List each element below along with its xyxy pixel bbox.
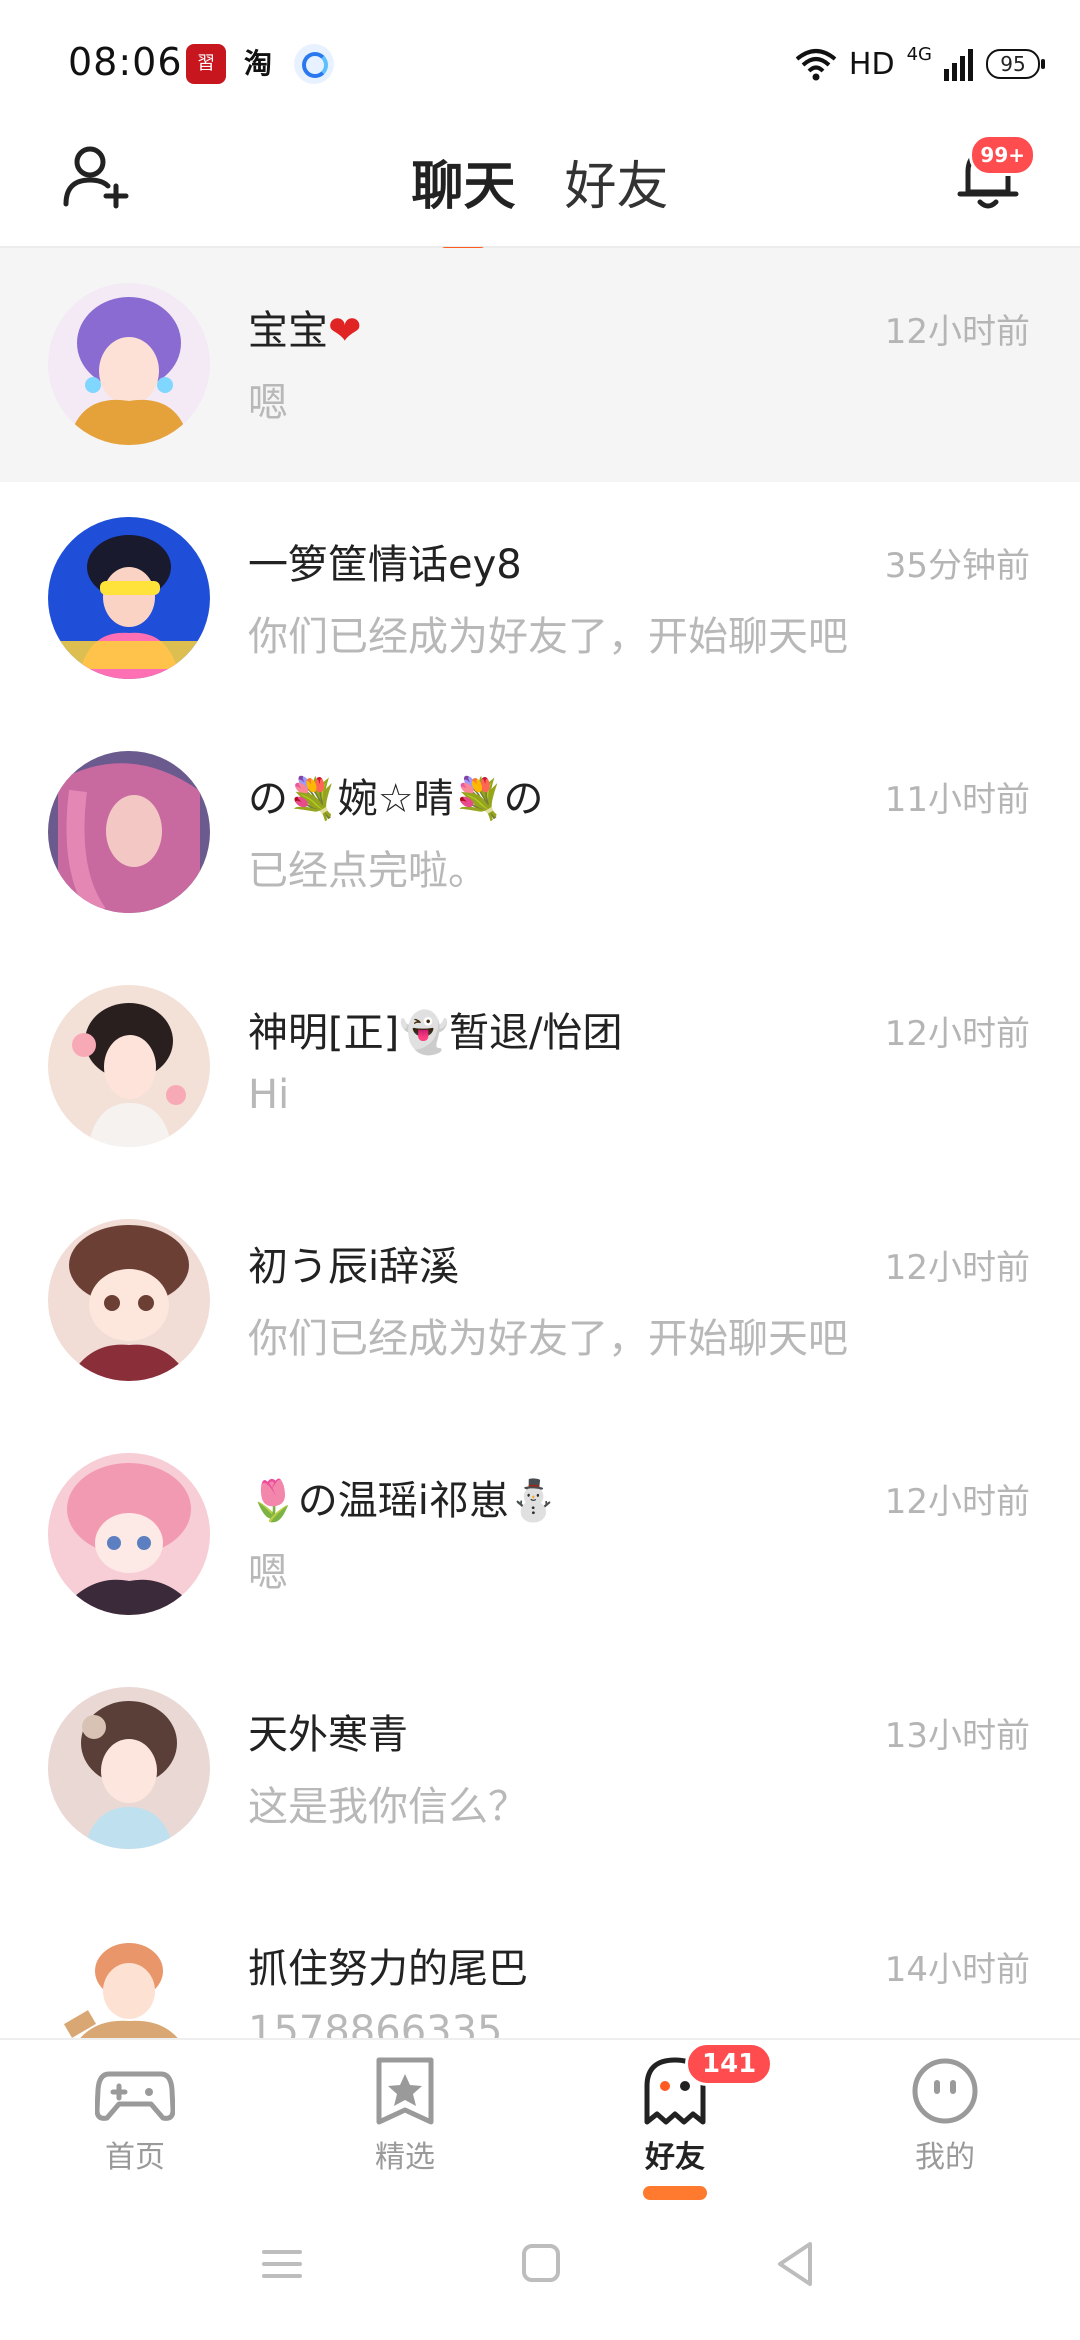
chat-list: 宝宝❤ 12小时前 嗯 一箩筐情话ey8 35分钟前 你们已经成为好友了，开始聊… [0, 248, 1080, 2038]
wifi-icon [795, 49, 837, 81]
avatar [48, 1687, 210, 1849]
home-button[interactable] [510, 2234, 570, 2294]
chat-name: 天外寒青 [248, 1712, 408, 1758]
heart-icon: ❤ [328, 308, 362, 354]
chat-last-message: 已经点完啦。 [248, 848, 488, 894]
avatar [48, 985, 210, 1147]
chat-time: 11小时前 [884, 780, 1030, 820]
chat-last-message: 你们已经成为好友了，开始聊天吧 [248, 1316, 848, 1362]
bottom-nav: 首页 精选 141 好友 我的 [0, 2038, 1080, 2200]
chat-time: 12小时前 [884, 1482, 1030, 1522]
chat-item[interactable]: 天外寒青 13小时前 这是我你信么？ [0, 1652, 1080, 1886]
chat-name: 一箩筐情话ey8 [248, 542, 522, 588]
avatar [48, 283, 210, 445]
gamepad-icon [94, 2056, 176, 2126]
chat-time: 13小时前 [884, 1716, 1030, 1756]
nav-me[interactable]: 我的 [870, 2056, 1020, 2176]
ghost-icon: 141 [635, 2042, 774, 2126]
chat-name: 初う辰i辞溪 [248, 1244, 460, 1290]
chat-item[interactable]: 初う辰i辞溪 12小时前 你们已经成为好友了，开始聊天吧 [0, 1184, 1080, 1418]
chat-last-message: 嗯 [248, 380, 288, 426]
avatar [48, 517, 210, 679]
browser-icon [294, 44, 334, 84]
chat-name: 抓住努力的尾巴 [248, 1946, 528, 1992]
square-icon [522, 2244, 560, 2282]
nav-badge: 141 [685, 2042, 774, 2086]
chat-time: 12小时前 [884, 312, 1030, 352]
system-nav-bar [0, 2194, 1080, 2340]
app-red-icon: 習 [186, 44, 226, 84]
nav-featured[interactable]: 精选 [330, 2056, 480, 2176]
top-tabs: 聊天 好友 [0, 132, 1080, 257]
face-icon [905, 2056, 985, 2126]
chat-item[interactable]: 一箩筐情话ey8 35分钟前 你们已经成为好友了，开始聊天吧 [0, 482, 1080, 716]
chat-name: 宝宝❤ [248, 308, 362, 354]
menu-icon [262, 2250, 302, 2278]
chat-name: 神明[正]👻暂退/怡团 [248, 1010, 623, 1056]
nav-friends[interactable]: 141 好友 [600, 2042, 774, 2200]
avatar [48, 1921, 210, 2038]
nav-label: 好友 [600, 2132, 750, 2200]
chat-time: 12小时前 [884, 1014, 1030, 1054]
chat-name: の💐婉☆晴💐の [248, 776, 544, 822]
chat-last-message: 这是我你信么？ [248, 1784, 528, 1830]
menu-button[interactable] [252, 2234, 312, 2294]
tab-chat[interactable]: 聊天 [411, 132, 515, 257]
chat-last-message: 你们已经成为好友了，开始聊天吧 [248, 614, 848, 660]
signal-label: 4G [906, 43, 932, 65]
chat-time: 12小时前 [884, 1248, 1030, 1288]
chat-time: 14小时前 [884, 1950, 1030, 1990]
back-button[interactable] [766, 2234, 826, 2294]
chat-name: 🌷の温瑶i祁崽⛄ [248, 1478, 559, 1524]
nav-label: 首页 [105, 2140, 165, 2175]
chat-last-message: Hi [248, 1072, 290, 1118]
status-time: 08:06 [68, 40, 183, 84]
status-indicators: HD 4G 95 [795, 42, 1045, 86]
avatar [48, 751, 210, 913]
nav-home[interactable]: 首页 [60, 2056, 210, 2176]
chat-item[interactable]: の💐婉☆晴💐の 11小时前 已经点完啦。 [0, 716, 1080, 950]
battery-indicator: 95 [986, 49, 1045, 79]
top-header: 聊天 好友 99+ [0, 130, 1080, 257]
back-triangle-icon [778, 2242, 812, 2286]
taobao-icon: 淘 [244, 47, 273, 80]
chat-item[interactable]: 宝宝❤ 12小时前 嗯 [0, 248, 1080, 482]
chat-last-message: 嗯 [248, 1550, 288, 1596]
chat-item[interactable]: 🌷の温瑶i祁崽⛄ 12小时前 嗯 [0, 1418, 1080, 1652]
avatar [48, 1219, 210, 1381]
tab-friends[interactable]: 好友 [565, 132, 669, 219]
nav-label: 我的 [915, 2140, 975, 2175]
chat-last-message: 1578866335 [248, 2008, 503, 2038]
notification-badge: 99+ [969, 134, 1036, 176]
network-label: HD [848, 46, 895, 82]
avatar [48, 1453, 210, 1615]
status-bar: 08:06 習 淘 HD 4G 95 [0, 0, 1080, 130]
chat-time: 35分钟前 [884, 546, 1030, 586]
chat-item[interactable]: 神明[正]👻暂退/怡团 12小时前 Hi [0, 950, 1080, 1184]
star-bookmark-icon [365, 2056, 445, 2126]
nav-label: 精选 [375, 2140, 435, 2175]
chat-item[interactable]: 抓住努力的尾巴 14小时前 1578866335 [0, 1886, 1080, 2038]
signal-icon [944, 49, 973, 81]
